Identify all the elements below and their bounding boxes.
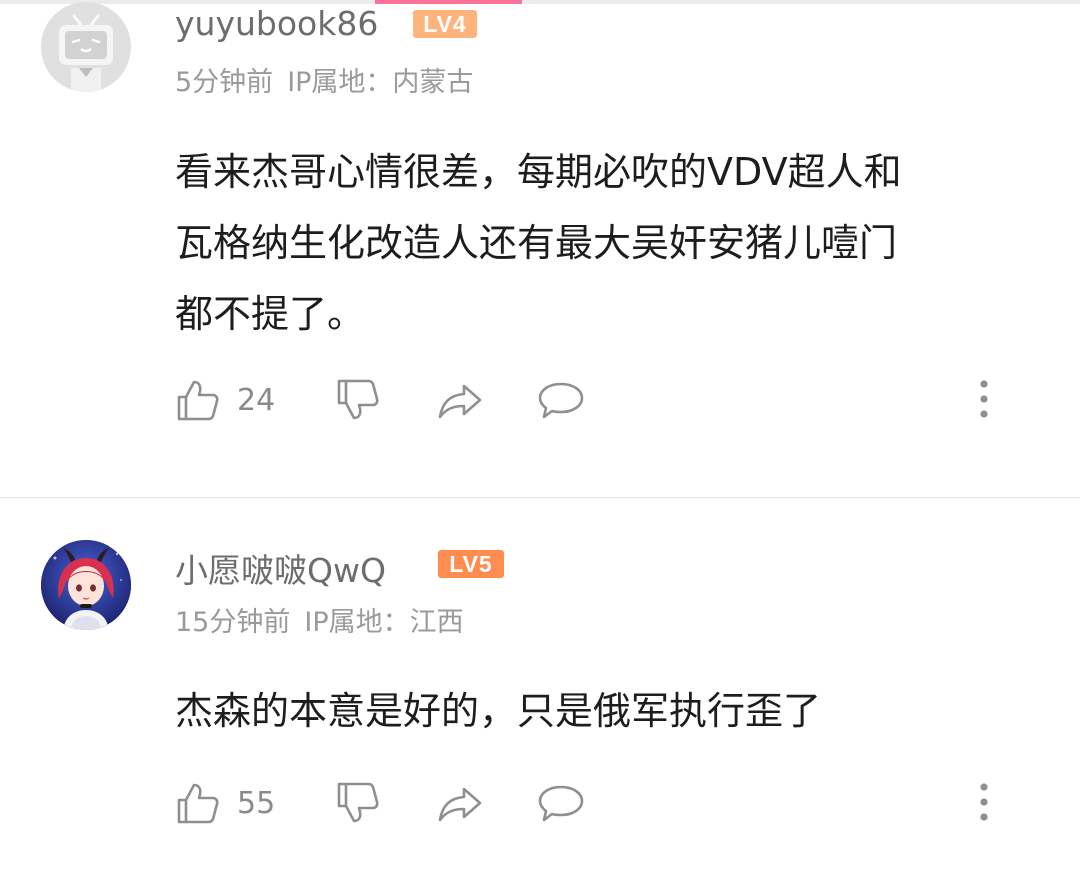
more-icon <box>980 380 988 418</box>
comment-actions: 24 <box>175 377 1015 423</box>
level-badge: LV4 <box>413 10 477 38</box>
username[interactable]: 小愿啵啵QwQ <box>175 544 386 592</box>
reply-icon <box>538 785 584 822</box>
share-icon <box>438 384 482 419</box>
level-badge: LV5 <box>438 550 504 578</box>
share-icon <box>438 787 482 822</box>
avatar[interactable] <box>41 2 131 92</box>
more-button[interactable] <box>974 780 994 826</box>
anime-girl-avatar-icon <box>41 540 131 630</box>
reply-button[interactable] <box>537 780 585 826</box>
content-line: 杰森的本意是好的，只是俄军执行歪了 <box>175 689 822 733</box>
comment-actions: 55 <box>175 780 1015 826</box>
content-line: 瓦格纳生化改造人还有最大吴奸安猪儿噎门 <box>175 221 898 265</box>
dislike-button[interactable] <box>335 780 381 826</box>
comment-item: 小愿啵啵QwQ LV5 15分钟前 IP属地：江西 杰森的本意是好的，只是俄军执行… <box>0 498 1080 885</box>
like-count: 24 <box>237 382 276 418</box>
dislike-button[interactable] <box>335 377 381 423</box>
reply-icon <box>538 382 584 419</box>
share-button[interactable] <box>437 780 483 826</box>
more-button[interactable] <box>974 377 994 423</box>
comment-content[interactable]: 看来杰哥心情很差，每期必吹的VDV超人和 瓦格纳生化改造人还有最大吴奸安猪儿噎门… <box>175 137 1045 350</box>
comment-meta: 5分钟前 IP属地：内蒙古 <box>175 60 487 99</box>
avatar[interactable] <box>41 540 131 630</box>
like-count: 55 <box>237 785 276 821</box>
default-tv-avatar-icon <box>41 2 131 92</box>
dislike-icon <box>337 782 379 823</box>
level-text: LV4 <box>423 11 466 37</box>
content-line: 都不提了。 <box>175 292 366 336</box>
like-icon <box>177 380 219 421</box>
comment-time: 5分钟前 <box>175 67 274 98</box>
share-button[interactable] <box>437 377 483 423</box>
comment-time: 15分钟前 <box>175 607 291 638</box>
comment-content[interactable]: 杰森的本意是好的，只是俄军执行歪了 <box>175 676 1045 747</box>
ip-location: IP属地：内蒙古 <box>287 67 474 98</box>
comment-item: yuyubook86 LV4 5分钟前 IP属地：内蒙古 看来杰哥心情很差，每期必… <box>0 0 1080 497</box>
reply-button[interactable] <box>537 377 585 423</box>
username[interactable]: yuyubook86 <box>175 4 378 43</box>
ip-location: IP属地：江西 <box>304 607 464 638</box>
dislike-icon <box>337 379 379 420</box>
like-button[interactable]: 55 <box>175 780 275 826</box>
level-text: LV5 <box>449 551 492 577</box>
content-line: 看来杰哥心情很差，每期必吹的VDV超人和 <box>175 150 902 194</box>
comment-meta: 15分钟前 IP属地：江西 <box>175 600 478 639</box>
like-button[interactable]: 24 <box>175 377 275 423</box>
more-icon <box>980 783 988 821</box>
like-icon <box>177 783 219 824</box>
